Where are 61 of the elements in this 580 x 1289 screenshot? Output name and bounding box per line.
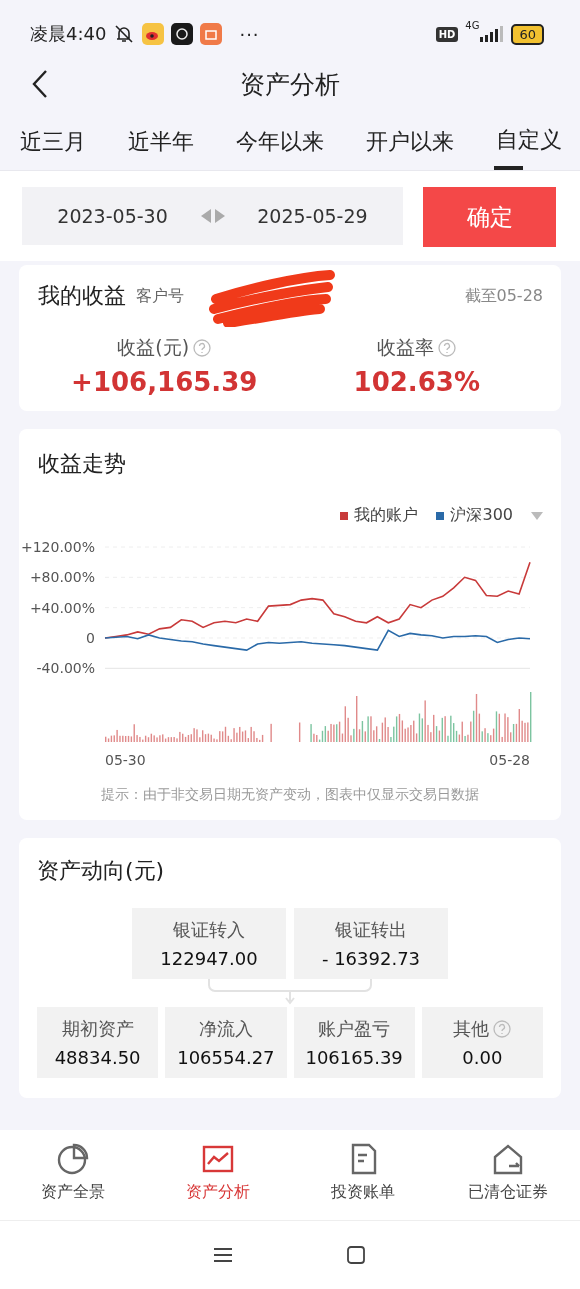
help-icon[interactable] bbox=[438, 339, 457, 357]
network-label: 4G bbox=[465, 20, 480, 31]
nav-tab[interactable]: 已清仓证券 bbox=[435, 1130, 580, 1220]
confirm-button[interactable]: 确定 bbox=[423, 187, 556, 247]
app-icon bbox=[142, 23, 165, 45]
more-notifications: ··· bbox=[239, 23, 260, 45]
x-tick-label: 05-30 bbox=[105, 752, 146, 766]
tile-value: 0.00 bbox=[462, 1047, 503, 1068]
card-title: 资产动向(元) bbox=[37, 857, 166, 885]
legend-label: 沪深300 bbox=[450, 505, 513, 526]
y-tick-label: +40.00% bbox=[29, 599, 95, 616]
x-tick-label: 05-28 bbox=[489, 752, 530, 766]
home-button-icon[interactable] bbox=[346, 1246, 365, 1264]
nav-tab[interactable]: 资产全景 bbox=[0, 1130, 145, 1220]
stat-label: 收益(元) bbox=[117, 335, 190, 360]
period-tab[interactable]: 近三月 bbox=[0, 114, 107, 170]
as-of-date: 截至05-28 bbox=[464, 285, 543, 307]
hd-badge: HD bbox=[435, 26, 459, 42]
battery-indicator: 60 bbox=[511, 23, 544, 45]
tile-value: 106165.39 bbox=[305, 1047, 403, 1068]
tile-value: 122947.00 bbox=[160, 948, 258, 969]
chart-note: 提示：由于非交易日期无资产变动，图表中仅显示交易日数据 bbox=[100, 786, 480, 804]
app-icon bbox=[171, 23, 194, 45]
back-icon[interactable] bbox=[32, 69, 48, 99]
help-icon[interactable] bbox=[493, 1020, 512, 1038]
legend-label: 我的账户 bbox=[354, 505, 419, 526]
pie-chart-icon bbox=[55, 1142, 90, 1176]
dropdown-caret-icon[interactable] bbox=[531, 511, 543, 520]
period-tab[interactable]: 开户以来 bbox=[345, 114, 475, 170]
menu-icon[interactable] bbox=[213, 1247, 232, 1263]
y-tick-label: +80.00% bbox=[29, 569, 95, 586]
y-tick-label: -40.00% bbox=[36, 660, 95, 677]
stat-value: +106,165.39 bbox=[71, 367, 258, 397]
stat-value: 102.63% bbox=[353, 367, 480, 397]
signal-icon bbox=[480, 26, 505, 42]
period-tab[interactable]: 今年以来 bbox=[215, 114, 345, 170]
tile-label: 银证转入 bbox=[173, 918, 245, 942]
app-icon bbox=[200, 23, 223, 45]
status-time: 凌晨4:40 bbox=[30, 22, 107, 46]
legend-swatch bbox=[436, 511, 445, 520]
date-range-field[interactable]: 2023-05-30 2025-05-29 bbox=[22, 187, 403, 245]
period-tab[interactable]: 近半年 bbox=[107, 114, 215, 170]
tile-label: 期初资产 bbox=[61, 1017, 134, 1041]
card-title: 收益走势 bbox=[37, 450, 127, 478]
tile-value: - 16392.73 bbox=[321, 948, 421, 969]
tile-label: 其他 bbox=[453, 1017, 490, 1041]
stat-label: 收益率 bbox=[377, 335, 435, 360]
card-title: 我的收益 bbox=[38, 282, 126, 310]
tile-label: 净流入 bbox=[198, 1017, 253, 1041]
tile-value: 106554.27 bbox=[177, 1047, 275, 1068]
tile-label: 银证转出 bbox=[335, 918, 407, 942]
client-label: 客户号 bbox=[136, 285, 184, 307]
legend-swatch bbox=[340, 511, 349, 520]
tile-value: 48834.50 bbox=[54, 1047, 141, 1068]
help-icon[interactable] bbox=[193, 339, 212, 357]
page-title: 资产分析 bbox=[240, 68, 340, 101]
nav-tab[interactable]: 投资账单 bbox=[290, 1130, 435, 1220]
y-tick-label: +120.00% bbox=[20, 539, 95, 555]
y-tick-label: 0 bbox=[86, 629, 95, 646]
nav-tab[interactable]: 资产分析 bbox=[145, 1130, 290, 1220]
tile-label: 账户盈亏 bbox=[318, 1017, 391, 1041]
